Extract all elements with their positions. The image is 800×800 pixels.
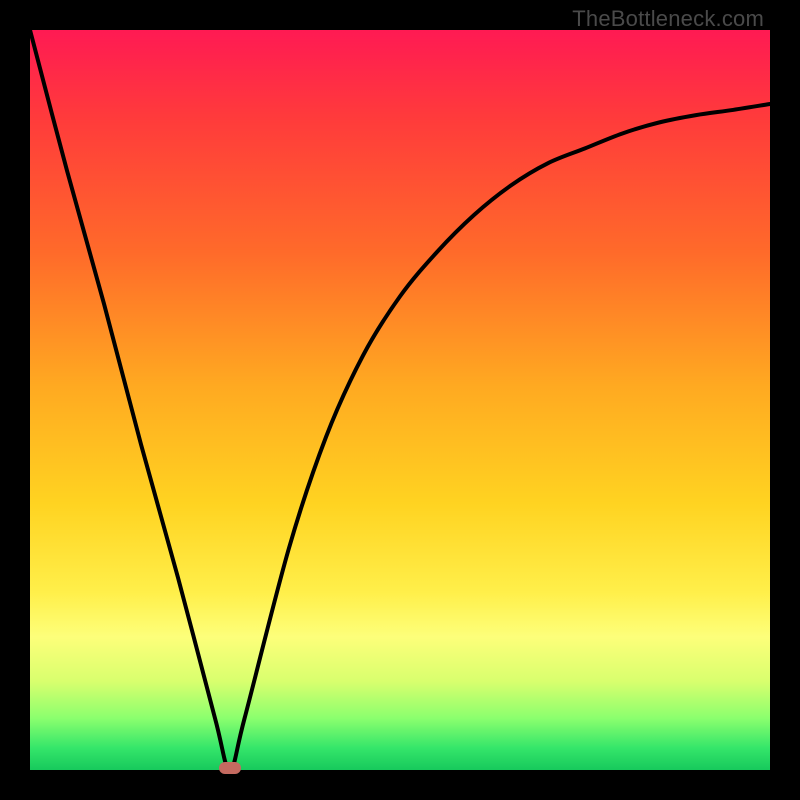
chart-min-marker (219, 762, 241, 774)
chart-curve-svg (30, 30, 770, 770)
watermark-text: TheBottleneck.com (572, 6, 764, 32)
chart-curve-path (30, 30, 770, 770)
chart-frame (30, 30, 770, 770)
